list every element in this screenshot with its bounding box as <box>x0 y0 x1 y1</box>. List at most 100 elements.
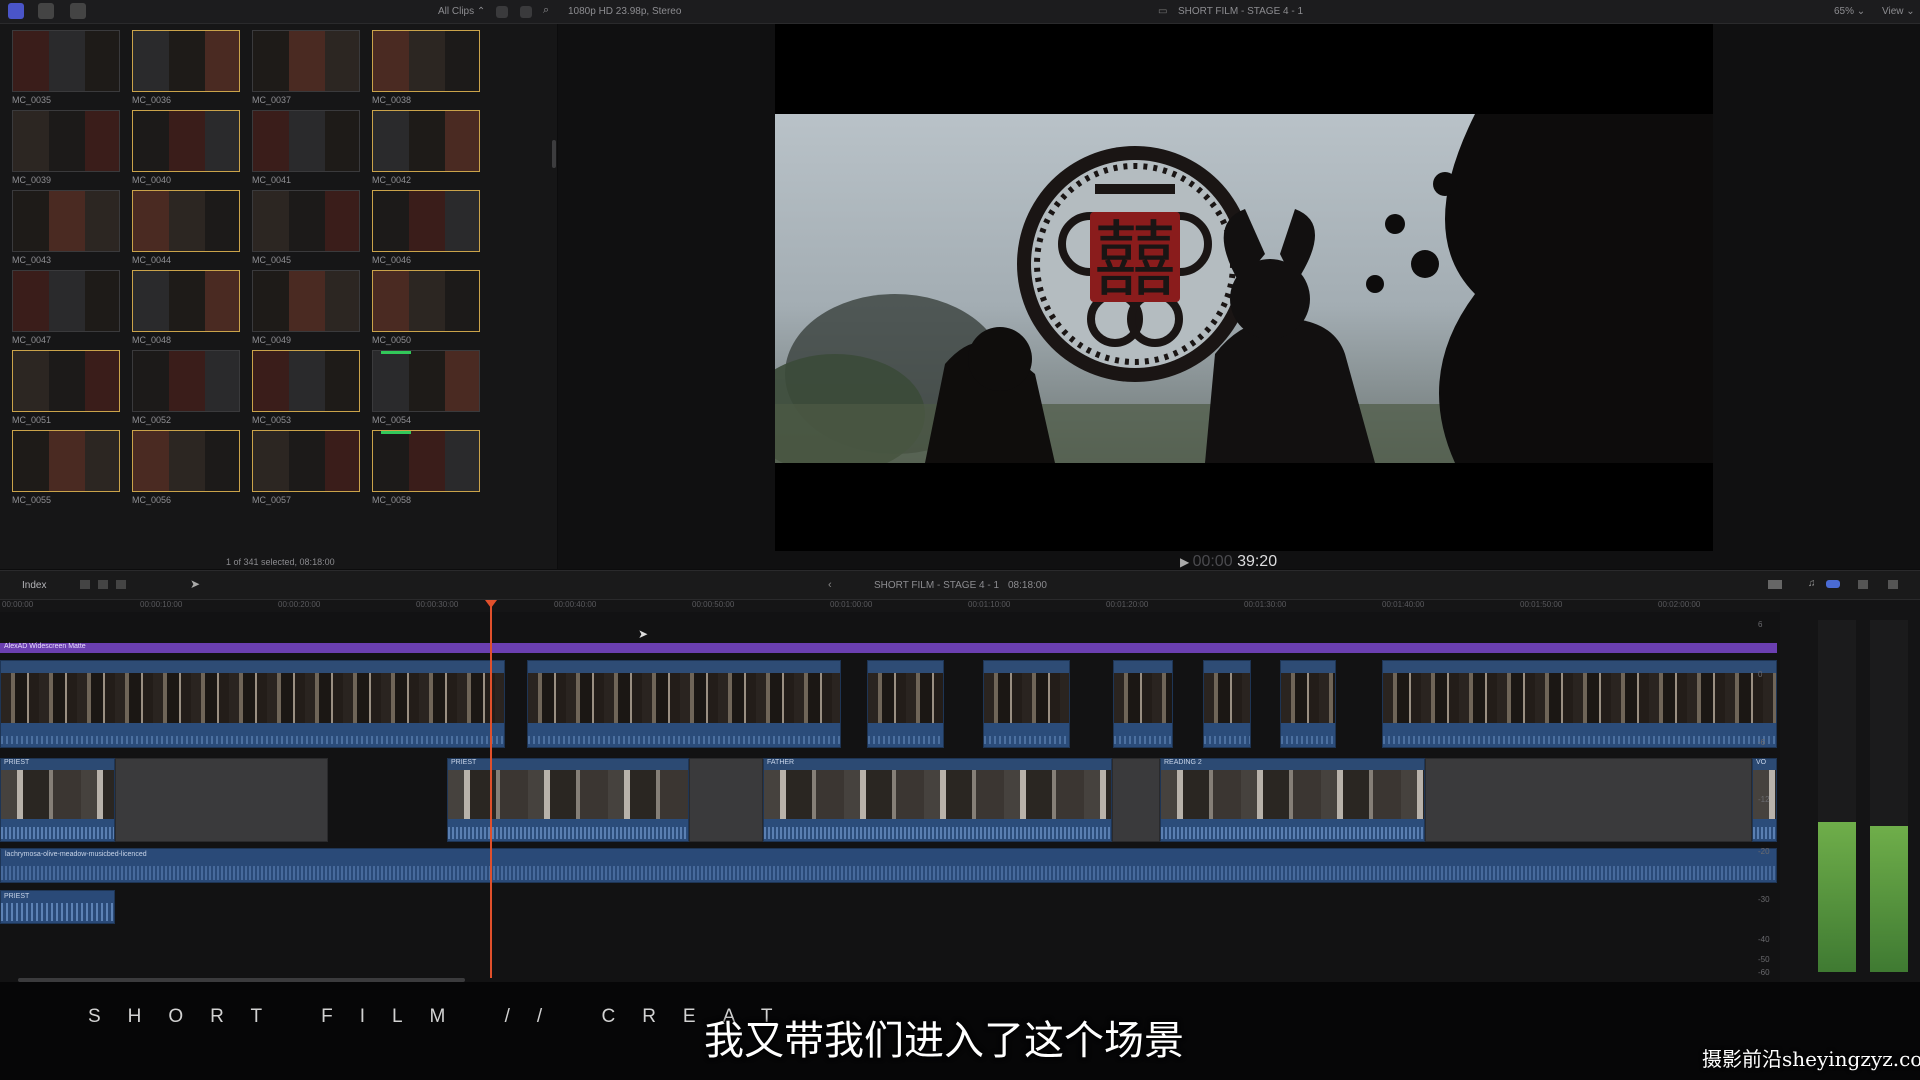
thumbnail-image <box>372 110 480 172</box>
clip-name: MC_0052 <box>132 415 172 425</box>
thumbnail-image <box>12 30 120 92</box>
video-clip[interactable] <box>527 660 841 748</box>
clip-thumbnail[interactable]: MC_0047 <box>12 270 120 345</box>
clip-thumbnail[interactable]: MC_0042 <box>372 110 480 185</box>
broll-clip[interactable]: PRIEST <box>0 758 115 842</box>
connect-icon[interactable] <box>80 580 90 589</box>
snapping-toggle[interactable] <box>1826 580 1840 588</box>
clip-filter-dropdown[interactable]: All Clips ⌃ <box>438 6 485 17</box>
clip-name: MC_0051 <box>12 415 52 425</box>
headphones-icon[interactable]: ♫ <box>1808 578 1816 589</box>
clip-waveform <box>1161 819 1424 841</box>
clip-label: PRIEST <box>1 759 114 770</box>
clip-name: MC_0054 <box>372 415 412 425</box>
thumbnail-image <box>372 430 480 492</box>
titles-icon[interactable] <box>70 3 86 19</box>
library-icon[interactable] <box>8 3 24 19</box>
clip-name: MC_0045 <box>252 255 292 265</box>
video-clip[interactable] <box>1113 660 1173 748</box>
ruler-tick: 00:00:20:00 <box>278 600 321 609</box>
thumbnail-frame <box>445 111 479 171</box>
gap-clip[interactable] <box>1425 758 1752 842</box>
clip-thumbnail[interactable]: MC_0038 <box>372 30 480 105</box>
clip-filmstrip <box>1281 673 1335 725</box>
clip-waveform <box>1204 723 1250 747</box>
gap-clip[interactable] <box>1112 758 1160 842</box>
video-clip[interactable] <box>1203 660 1251 748</box>
clip-thumbnail[interactable]: MC_0044 <box>132 190 240 265</box>
clip-thumbnail[interactable]: MC_0055 <box>12 430 120 505</box>
clip-thumbnail[interactable]: MC_0051 <box>12 350 120 425</box>
effects-icon[interactable] <box>1888 580 1898 589</box>
broll-clip[interactable]: FATHER <box>763 758 1112 842</box>
clip-waveform <box>1281 723 1335 747</box>
thumbnail-frame <box>289 271 325 331</box>
meter-left <box>1818 620 1856 972</box>
music-clip[interactable]: lachrymosa-olive-meadow-musicbed-licence… <box>0 848 1777 883</box>
clip-thumbnail[interactable]: MC_0041 <box>252 110 360 185</box>
playhead-timecode[interactable]: ▶ 00:00 39:20 <box>1180 553 1277 571</box>
playhead[interactable] <box>490 600 492 978</box>
connect-tools[interactable] <box>80 580 140 590</box>
gap-clip[interactable] <box>689 758 763 842</box>
clip-name: MC_0048 <box>132 335 172 345</box>
top-toolbar: All Clips ⌃ ⌕ 1080p HD 23.98p, Stereo ▭ … <box>0 0 1920 24</box>
broll-clip[interactable]: READING 2 <box>1160 758 1425 842</box>
thumbnail-image <box>252 350 360 412</box>
skimmer-icon[interactable] <box>1768 580 1782 589</box>
select-tool-icon[interactable]: ➤ <box>190 577 200 591</box>
thumbnail-frame <box>253 271 289 331</box>
video-clip[interactable] <box>983 660 1070 748</box>
thumbnail-frame <box>445 191 479 251</box>
thumbnail-frame <box>373 191 409 251</box>
viewer-image[interactable]: 囍 <box>775 114 1713 463</box>
clip-thumbnail[interactable]: MC_0040 <box>132 110 240 185</box>
timeline-ruler[interactable]: 00:00:00 00:00:10:00 00:00:20:00 00:00:30:0… <box>0 600 1838 612</box>
clip-thumbnail[interactable]: MC_0039 <box>12 110 120 185</box>
filmstrip-icon[interactable] <box>520 6 532 18</box>
index-button[interactable]: Index <box>22 580 46 591</box>
clip-thumbnail[interactable]: MC_0054 <box>372 350 480 425</box>
broll-clip[interactable]: PRIEST <box>447 758 689 842</box>
play-icon[interactable]: ▶ <box>1180 555 1193 569</box>
video-clip[interactable] <box>1280 660 1336 748</box>
clip-thumbnail[interactable]: MC_0057 <box>252 430 360 505</box>
clip-appearance-icon[interactable] <box>1858 580 1868 589</box>
clip-thumbnail[interactable]: MC_0053 <box>252 350 360 425</box>
clip-thumbnail[interactable]: MC_0036 <box>132 30 240 105</box>
list-view-icon[interactable] <box>496 6 508 18</box>
gap-clip[interactable] <box>115 758 328 842</box>
append-icon[interactable] <box>116 580 126 589</box>
clip-name: MC_0053 <box>252 415 292 425</box>
browser-scrollbar[interactable] <box>552 140 556 168</box>
video-clip[interactable] <box>867 660 944 748</box>
clip-thumbnail[interactable]: MC_0035 <box>12 30 120 105</box>
clip-thumbnail[interactable]: MC_0058 <box>372 430 480 505</box>
photos-icon[interactable] <box>38 3 54 19</box>
priest-audio-clip[interactable]: PRIEST <box>0 890 115 924</box>
clip-thumbnail[interactable]: MC_0056 <box>132 430 240 505</box>
search-icon[interactable]: ⌕ <box>543 4 549 17</box>
insert-icon[interactable] <box>98 580 108 589</box>
thumbnail-frame <box>409 271 445 331</box>
ruler-tick: 00:01:00:00 <box>830 600 873 609</box>
zoom-dropdown[interactable]: 65% ⌄ <box>1834 6 1865 17</box>
clip-thumbnail[interactable]: MC_0049 <box>252 270 360 345</box>
thumbnail-frame <box>13 31 49 91</box>
music-waveform <box>1 866 1776 880</box>
video-clip[interactable] <box>0 660 505 748</box>
video-clip[interactable] <box>1382 660 1777 748</box>
clip-thumbnail[interactable]: MC_0045 <box>252 190 360 265</box>
clip-thumbnail[interactable]: MC_0046 <box>372 190 480 265</box>
clip-thumbnail[interactable]: MC_0050 <box>372 270 480 345</box>
clip-thumbnail[interactable]: MC_0043 <box>12 190 120 265</box>
back-arrow-icon[interactable]: ‹ <box>828 579 832 591</box>
clip-thumbnail[interactable]: MC_0037 <box>252 30 360 105</box>
title-clip[interactable]: AlexAD Widescreen Matte <box>0 643 1777 653</box>
view-menu[interactable]: View ⌄ <box>1882 6 1915 17</box>
clip-filmstrip <box>984 673 1069 725</box>
clip-name: MC_0037 <box>252 95 292 105</box>
clip-thumbnail[interactable]: MC_0052 <box>132 350 240 425</box>
clip-thumbnail[interactable]: MC_0048 <box>132 270 240 345</box>
clip-header <box>984 661 1069 673</box>
